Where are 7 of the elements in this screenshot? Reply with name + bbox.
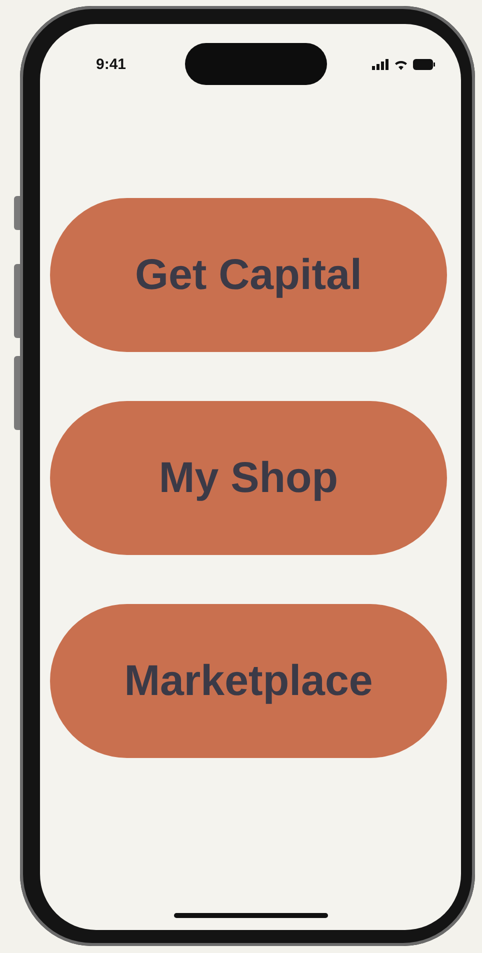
menu-button[interactable]: My Shop [50,401,447,555]
menu-button[interactable]: Marketplace [50,604,447,758]
menu-button[interactable]: Get Capital [50,198,447,352]
signal-icon [372,58,389,70]
status-time: 9:41 [96,56,126,72]
battery-icon [413,58,435,70]
wifi-icon [394,58,408,70]
